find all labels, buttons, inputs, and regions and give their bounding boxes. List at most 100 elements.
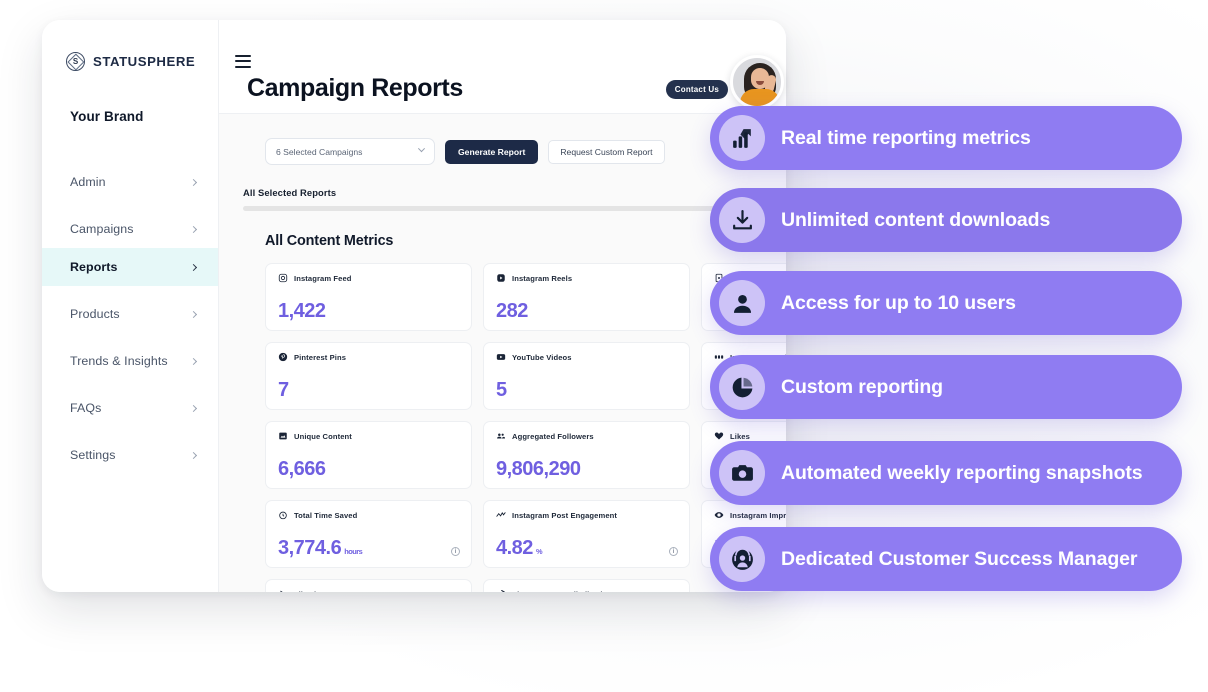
generate-report-button[interactable]: Generate Report bbox=[445, 139, 539, 164]
metric-card[interactable]: Pinterest Pins 7 bbox=[265, 342, 472, 410]
metric-card-head: Instagram Post Engagement bbox=[496, 510, 677, 520]
metric-label: Instagram Post Engagement bbox=[512, 510, 618, 520]
metric-card-head: TikTok Loops bbox=[278, 589, 459, 592]
metrics-grid: Instagram Feed 1,422 Instagram Reels 282… bbox=[219, 249, 786, 592]
sidebar-nav: Admin Campaigns Reports Products Trends … bbox=[42, 154, 218, 474]
feature-pill-real-time-reporting[interactable]: Real time reporting metrics bbox=[710, 106, 1182, 170]
metric-value: 3,774.6 bbox=[278, 537, 342, 559]
play-icon bbox=[278, 589, 288, 592]
metric-card[interactable]: Instagram Reels 282 bbox=[483, 263, 690, 331]
metric-value: 282 bbox=[496, 300, 528, 322]
sidebar: S STATUSPHERE Your Brand Admin Campaigns… bbox=[42, 20, 219, 592]
feature-pill-unlimited-downloads[interactable]: Unlimited content downloads bbox=[710, 188, 1182, 252]
section-title-all-content-metrics: All Content Metrics bbox=[265, 233, 394, 249]
app-logo[interactable]: S STATUSPHERE bbox=[42, 20, 218, 71]
metric-value-wrap: 5 bbox=[496, 380, 507, 400]
chevron-right-icon bbox=[189, 357, 198, 365]
instagram-reels-icon bbox=[496, 273, 506, 283]
feature-pill-custom-reporting[interactable]: Custom reporting bbox=[710, 355, 1182, 419]
clock-icon bbox=[278, 510, 288, 520]
feature-pill-label: Real time reporting metrics bbox=[781, 126, 1031, 149]
metric-card-head: YouTube Videos bbox=[496, 352, 677, 362]
metric-card-head: Total Time Saved bbox=[278, 510, 459, 520]
metric-value-wrap: 9,806,290 bbox=[496, 458, 581, 480]
followers-icon bbox=[496, 431, 506, 441]
metric-value-wrap: 1,422 bbox=[278, 301, 326, 321]
chevron-down-icon bbox=[417, 145, 426, 153]
metric-label: Instagram Impressions bbox=[730, 510, 786, 520]
feature-pill-label: Unlimited content downloads bbox=[781, 208, 1051, 231]
metric-value-wrap: 282 bbox=[496, 301, 528, 321]
metric-card[interactable]: Instagram Post Engagement 4.82 % i bbox=[483, 500, 690, 568]
unique-content-icon bbox=[278, 431, 288, 441]
metric-value: 9,806,290 bbox=[496, 458, 581, 480]
avatar[interactable] bbox=[730, 55, 784, 109]
chevron-right-icon bbox=[189, 225, 198, 233]
metric-card[interactable]: Unique Content 6,666 bbox=[265, 421, 472, 489]
metric-label: Shares Across All TikTok Posts bbox=[512, 590, 628, 593]
metric-card[interactable]: TikTok Loops 131,058 bbox=[265, 579, 472, 592]
sidebar-item-settings[interactable]: Settings bbox=[42, 436, 218, 474]
page-title: Campaign Reports bbox=[247, 74, 463, 102]
metric-card[interactable]: Total Time Saved 3,774.6 hours i bbox=[265, 500, 472, 568]
all-selected-reports-label: All Selected Reports bbox=[243, 187, 337, 198]
request-custom-report-button[interactable]: Request Custom Report bbox=[548, 139, 665, 164]
feature-pill-label: Automated weekly reporting snapshots bbox=[781, 461, 1143, 484]
info-icon[interactable]: i bbox=[669, 547, 678, 556]
statusphere-logo-icon: S bbox=[66, 52, 85, 71]
metric-card-head: Instagram Impressions bbox=[714, 510, 786, 520]
info-icon[interactable]: i bbox=[451, 547, 460, 556]
metric-label: Total Time Saved bbox=[294, 510, 358, 520]
screenshot-root: S STATUSPHERE Your Brand Admin Campaigns… bbox=[0, 0, 1208, 692]
metric-value-wrap: 4.82 % bbox=[496, 537, 543, 559]
youtube-icon bbox=[496, 352, 506, 362]
metric-label: Instagram Feed bbox=[294, 273, 352, 283]
sidebar-item-campaigns[interactable]: Campaigns bbox=[42, 210, 218, 248]
metric-label: Aggregated Followers bbox=[512, 431, 594, 441]
chevron-right-icon bbox=[189, 310, 198, 318]
feature-pill-label: Dedicated Customer Success Manager bbox=[781, 547, 1138, 570]
sidebar-item-faqs[interactable]: FAQs bbox=[42, 389, 218, 427]
download-icon bbox=[719, 197, 765, 243]
metric-value: 1,422 bbox=[278, 300, 326, 322]
sidebar-item-label: Admin bbox=[70, 175, 106, 189]
feature-pill-user-access[interactable]: Access for up to 10 users bbox=[710, 271, 1182, 335]
feature-pill-weekly-snapshots[interactable]: Automated weekly reporting snapshots bbox=[710, 441, 1182, 505]
sidebar-item-products[interactable]: Products bbox=[42, 295, 218, 333]
instagram-feed-icon bbox=[278, 273, 288, 283]
feature-pill-success-manager[interactable]: Dedicated Customer Success Manager bbox=[710, 527, 1182, 591]
metric-value-wrap: 3,774.6 hours bbox=[278, 537, 363, 559]
metric-value-wrap: 7 bbox=[278, 380, 289, 400]
sidebar-item-label: Reports bbox=[70, 260, 118, 274]
contact-us-button[interactable]: Contact Us bbox=[665, 80, 728, 99]
metric-suffix: % bbox=[535, 547, 543, 556]
hamburger-menu-icon[interactable] bbox=[235, 55, 251, 68]
reports-toolbar: 6 Selected Campaigns Generate Report Req… bbox=[219, 114, 786, 165]
campaign-select[interactable]: 6 Selected Campaigns bbox=[265, 138, 435, 165]
brand-name: Your Brand bbox=[70, 109, 144, 124]
metric-value: 6,666 bbox=[278, 458, 326, 480]
metric-card-head: Likes bbox=[714, 431, 786, 441]
chart-growth-icon bbox=[719, 115, 765, 161]
sidebar-item-trends-insights[interactable]: Trends & Insights bbox=[42, 342, 218, 380]
page-header: Campaign Reports Contact Us bbox=[219, 20, 786, 114]
reports-content-inner: 6 Selected Campaigns Generate Report Req… bbox=[219, 114, 786, 592]
metric-suffix: hours bbox=[344, 547, 363, 556]
metric-value: 4.82 bbox=[496, 537, 533, 559]
logo-mark-letter: S bbox=[72, 56, 79, 66]
metric-card-head: Instagram Feed bbox=[278, 273, 459, 283]
metric-card[interactable]: YouTube Videos 5 bbox=[483, 342, 690, 410]
sidebar-item-admin[interactable]: Admin bbox=[42, 163, 218, 201]
heart-icon bbox=[714, 431, 724, 441]
metric-card[interactable]: Shares Across All TikTok Posts 170 bbox=[483, 579, 690, 592]
metric-card[interactable]: Instagram Feed 1,422 bbox=[265, 263, 472, 331]
camera-icon bbox=[719, 450, 765, 496]
metric-card[interactable]: Aggregated Followers 9,806,290 bbox=[483, 421, 690, 489]
metric-label: YouTube Videos bbox=[512, 352, 572, 362]
sidebar-item-label: Settings bbox=[70, 448, 116, 462]
user-icon bbox=[719, 280, 765, 326]
sidebar-item-reports[interactable]: Reports bbox=[42, 248, 218, 286]
